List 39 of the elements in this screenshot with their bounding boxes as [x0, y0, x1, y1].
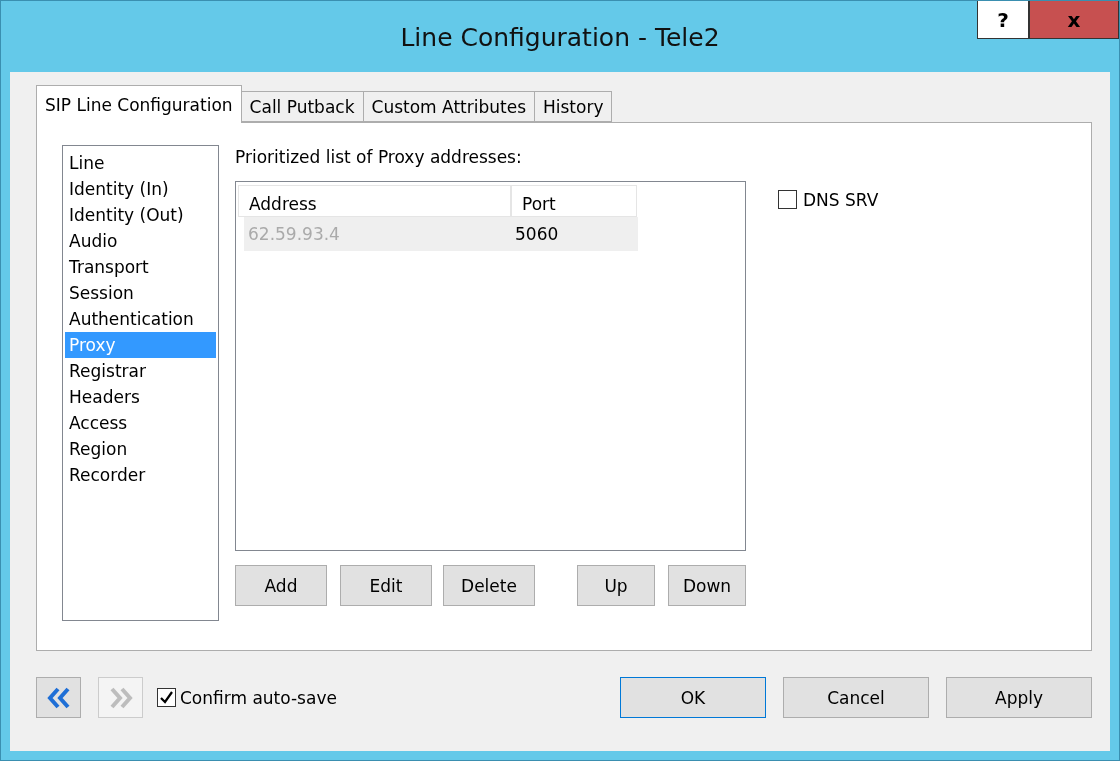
section-item[interactable]: Recorder: [65, 462, 216, 488]
list-button[interactable]: Down: [668, 565, 746, 606]
window-title: Line Configuration - Tele2: [400, 23, 720, 52]
dialog-button[interactable]: Apply: [946, 677, 1092, 718]
section-item[interactable]: Identity (In): [65, 176, 216, 202]
confirm-auto-save-label: Confirm auto-save: [180, 687, 337, 708]
close-button[interactable]: x: [1029, 1, 1119, 39]
proxy-list-label: Prioritized list of Proxy addresses:: [235, 147, 523, 167]
list-button[interactable]: Add: [235, 565, 327, 606]
table-cell-text: 62.59.93.4: [247, 223, 341, 246]
tab[interactable]: SIP Line Configuration: [36, 85, 242, 123]
checkbox[interactable]: [157, 688, 176, 707]
list-button[interactable]: Up: [577, 565, 655, 606]
table-cell-text: 5060: [514, 223, 560, 246]
section-item[interactable]: Region: [65, 436, 216, 462]
section-item[interactable]: Session: [65, 280, 216, 306]
dialog-button[interactable]: OK: [620, 677, 766, 718]
section-item[interactable]: Audio: [65, 228, 216, 254]
column-header[interactable]: Port: [511, 185, 637, 217]
section-item[interactable]: Identity (Out): [65, 202, 216, 228]
back-button[interactable]: [36, 677, 81, 718]
section-item[interactable]: Line: [65, 150, 216, 176]
list-button[interactable]: Edit: [340, 565, 432, 606]
section-item[interactable]: Headers: [65, 384, 216, 410]
section-item[interactable]: Access: [65, 410, 216, 436]
checkbox[interactable]: [778, 190, 797, 209]
section-item[interactable]: Authentication: [65, 306, 216, 332]
column-header[interactable]: Address: [238, 185, 511, 217]
tab[interactable]: Call Putback: [240, 91, 364, 122]
dialog-button[interactable]: Cancel: [783, 677, 929, 718]
tab[interactable]: Custom Attributes: [362, 91, 535, 122]
section-item[interactable]: Registrar: [65, 358, 216, 384]
section-item[interactable]: Transport: [65, 254, 216, 280]
table-row[interactable]: 62.59.93.4 5060: [244, 217, 638, 251]
help-button[interactable]: ?: [977, 1, 1029, 39]
dns-srv-label: DNS SRV: [803, 190, 879, 210]
double-left-chevron-icon: [45, 686, 72, 709]
list-button[interactable]: Delete: [443, 565, 535, 606]
tab[interactable]: History: [534, 91, 613, 122]
